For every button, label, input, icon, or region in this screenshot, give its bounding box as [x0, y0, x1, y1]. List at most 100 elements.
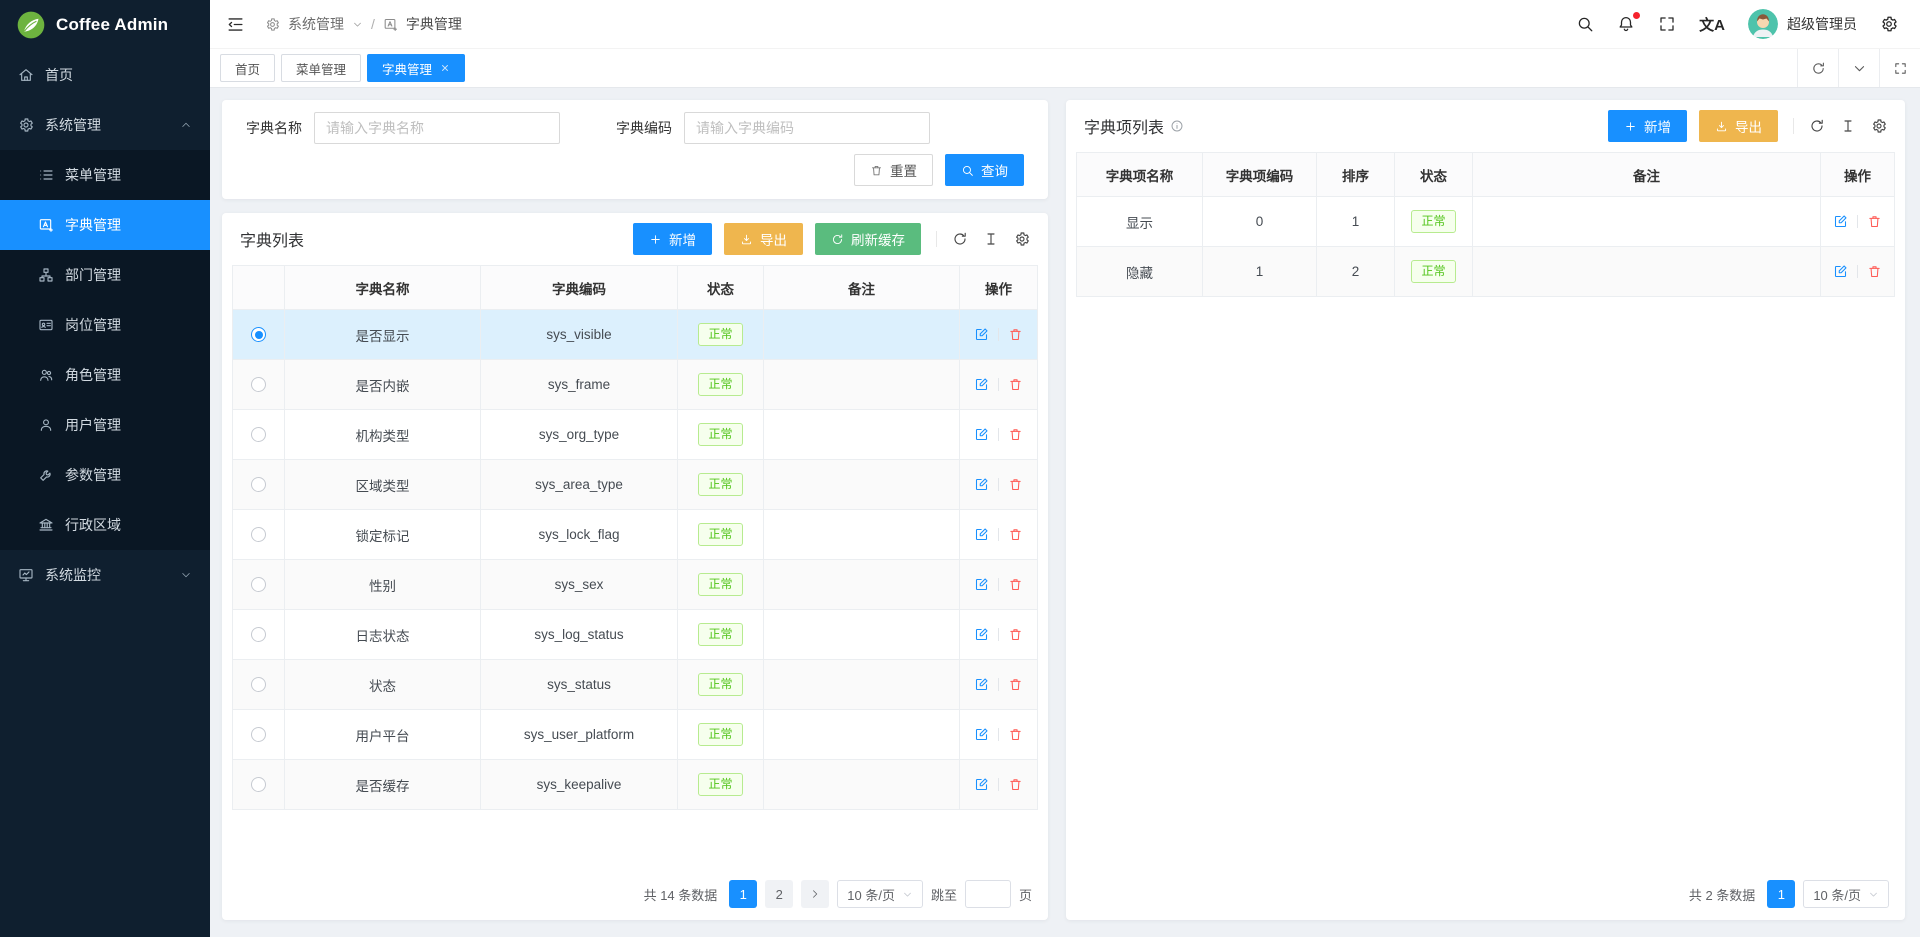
- page-button-1[interactable]: 1: [1767, 880, 1795, 908]
- edit-icon[interactable]: [974, 727, 989, 742]
- settings-button[interactable]: [1880, 15, 1898, 33]
- edit-icon[interactable]: [974, 777, 989, 792]
- delete-icon[interactable]: [1008, 327, 1023, 342]
- table-row[interactable]: 隐藏 1 2 正常: [1077, 247, 1895, 297]
- column-settings-icon[interactable]: [1871, 118, 1887, 134]
- fullscreen-button[interactable]: [1658, 15, 1676, 33]
- row-radio[interactable]: [251, 427, 266, 442]
- query-button[interactable]: 查询: [945, 154, 1024, 186]
- row-height-icon[interactable]: [1840, 118, 1856, 134]
- sidebar-item-admin-region[interactable]: 行政区域: [0, 500, 210, 550]
- refresh-tab-button[interactable]: [1797, 49, 1838, 87]
- row-radio[interactable]: [251, 627, 266, 642]
- breadcrumb-level1[interactable]: 系统管理: [288, 14, 344, 34]
- collapse-sidebar-button[interactable]: [226, 15, 245, 34]
- sidebar-item-dept-mgmt[interactable]: 部门管理: [0, 250, 210, 300]
- sidebar-item-role-mgmt[interactable]: 角色管理: [0, 350, 210, 400]
- row-radio[interactable]: [251, 777, 266, 792]
- search-button[interactable]: [1576, 15, 1594, 33]
- refresh-table-icon[interactable]: [1809, 118, 1825, 134]
- close-icon[interactable]: [440, 63, 450, 73]
- sidebar-item-monitor[interactable]: 系统监控: [0, 550, 210, 600]
- add-dict-button[interactable]: 新增: [633, 223, 712, 255]
- table-row[interactable]: 是否内嵌 sys_frame 正常: [233, 360, 1038, 410]
- jump-page-input[interactable]: [965, 880, 1011, 908]
- dict-item-title: 字典项列表: [1084, 114, 1184, 138]
- delete-icon[interactable]: [1008, 777, 1023, 792]
- table-row[interactable]: 性别 sys_sex 正常: [233, 560, 1038, 610]
- tab-menu-mgmt[interactable]: 菜单管理: [281, 54, 361, 82]
- table-row[interactable]: 显示 0 1 正常: [1077, 197, 1895, 247]
- row-radio[interactable]: [251, 477, 266, 492]
- sidebar-item-param-mgmt[interactable]: 参数管理: [0, 450, 210, 500]
- delete-icon[interactable]: [1008, 727, 1023, 742]
- page-button-2[interactable]: 2: [765, 880, 793, 908]
- row-radio[interactable]: [251, 727, 266, 742]
- page-button-1[interactable]: 1: [729, 880, 757, 908]
- tab-home[interactable]: 首页: [220, 54, 275, 82]
- page-size-select[interactable]: 10 条/页: [1803, 880, 1889, 908]
- edit-icon[interactable]: [974, 327, 989, 342]
- delete-icon[interactable]: [1867, 264, 1882, 279]
- delete-icon[interactable]: [1008, 527, 1023, 542]
- delete-icon[interactable]: [1867, 214, 1882, 229]
- row-radio[interactable]: [251, 527, 266, 542]
- tab-dict-mgmt[interactable]: 字典管理: [367, 54, 465, 82]
- sidebar-item-post-mgmt[interactable]: 岗位管理: [0, 300, 210, 350]
- reset-button[interactable]: 重置: [854, 154, 933, 186]
- table-row[interactable]: 区域类型 sys_area_type 正常: [233, 460, 1038, 510]
- edit-icon[interactable]: [974, 577, 989, 592]
- edit-icon[interactable]: [974, 477, 989, 492]
- table-row[interactable]: 锁定标记 sys_lock_flag 正常: [233, 510, 1038, 560]
- table-row[interactable]: 机构类型 sys_org_type 正常: [233, 410, 1038, 460]
- tab-options-button[interactable]: [1838, 49, 1879, 87]
- dict-name-input[interactable]: [314, 112, 560, 144]
- delete-icon[interactable]: [1008, 627, 1023, 642]
- row-radio[interactable]: [251, 377, 266, 392]
- table-row[interactable]: 日志状态 sys_log_status 正常: [233, 610, 1038, 660]
- notifications-button[interactable]: [1617, 15, 1635, 33]
- next-page-button[interactable]: [801, 880, 829, 908]
- sidebar-item-user-mgmt[interactable]: 用户管理: [0, 400, 210, 450]
- sidebar-item-dict-mgmt[interactable]: 字典管理: [0, 200, 210, 250]
- delete-icon[interactable]: [1008, 577, 1023, 592]
- chevron-down-icon: [1868, 889, 1879, 900]
- row-height-icon[interactable]: [983, 231, 999, 247]
- edit-icon[interactable]: [974, 377, 989, 392]
- edit-icon[interactable]: [974, 427, 989, 442]
- refresh-icon: [1811, 61, 1826, 76]
- edit-icon[interactable]: [974, 677, 989, 692]
- table-row[interactable]: 是否显示 sys_visible 正常: [233, 310, 1038, 360]
- row-radio[interactable]: [251, 327, 266, 342]
- sidebar-item-home[interactable]: 首页: [0, 50, 210, 100]
- cell-dict-code: sys_org_type: [481, 410, 678, 460]
- table-row[interactable]: 是否缓存 sys_keepalive 正常: [233, 760, 1038, 810]
- edit-icon[interactable]: [974, 527, 989, 542]
- export-item-button[interactable]: 导出: [1699, 110, 1778, 142]
- delete-icon[interactable]: [1008, 477, 1023, 492]
- language-switch-button[interactable]: 文A: [1699, 14, 1725, 35]
- sidebar-item-system[interactable]: 系统管理: [0, 100, 210, 150]
- delete-icon[interactable]: [1008, 427, 1023, 442]
- column-settings-icon[interactable]: [1014, 231, 1030, 247]
- page-size-select[interactable]: 10 条/页: [837, 880, 923, 908]
- dict-code-input[interactable]: [684, 112, 930, 144]
- delete-icon[interactable]: [1008, 377, 1023, 392]
- delete-icon[interactable]: [1008, 677, 1023, 692]
- edit-icon[interactable]: [974, 627, 989, 642]
- user-menu[interactable]: 超级管理员: [1748, 9, 1857, 39]
- edit-icon[interactable]: [1833, 214, 1848, 229]
- table-row[interactable]: 状态 sys_status 正常: [233, 660, 1038, 710]
- export-dict-button[interactable]: 导出: [724, 223, 803, 255]
- sidebar-item-menu-mgmt[interactable]: 菜单管理: [0, 150, 210, 200]
- add-item-button[interactable]: 新增: [1608, 110, 1687, 142]
- refresh-cache-button[interactable]: 刷新缓存: [815, 223, 921, 255]
- row-radio[interactable]: [251, 677, 266, 692]
- chevron-down-icon[interactable]: [352, 19, 363, 30]
- row-radio[interactable]: [251, 577, 266, 592]
- edit-icon[interactable]: [1833, 264, 1848, 279]
- sidebar-item-label: 行政区域: [65, 515, 121, 535]
- refresh-table-icon[interactable]: [952, 231, 968, 247]
- content-fullscreen-button[interactable]: [1879, 49, 1920, 87]
- table-row[interactable]: 用户平台 sys_user_platform 正常: [233, 710, 1038, 760]
